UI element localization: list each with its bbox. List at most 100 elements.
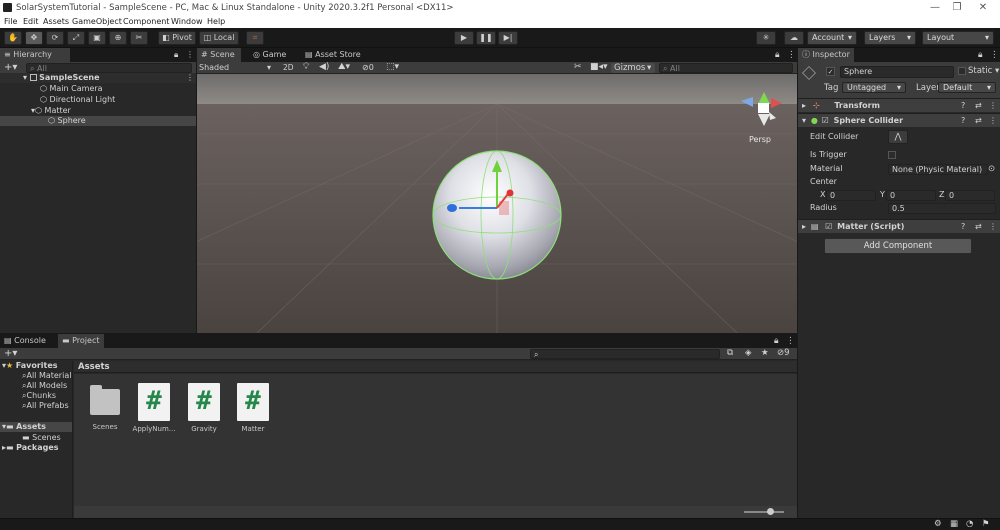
hierarchy-item-directional-light[interactable]: ⬡ Directional Light (40, 95, 115, 105)
static-dropdown[interactable]: Static ▾ (968, 66, 999, 76)
help-icon[interactable]: ? (961, 114, 965, 128)
scene-menu-icon[interactable]: ⋮ (186, 73, 194, 83)
tab-project[interactable]: ▬ Project (58, 334, 104, 348)
favorite-star-icon[interactable]: ★ (761, 348, 769, 358)
collab-icon[interactable]: ✳ (756, 31, 776, 45)
center-x-field[interactable]: 0 (826, 190, 876, 201)
static-checkbox[interactable] (958, 67, 966, 75)
rect-tool-icon[interactable]: ▣ (88, 31, 106, 45)
menu-edit[interactable]: Edit (23, 17, 39, 26)
plane-handle[interactable] (499, 201, 509, 215)
hidden-packages-toggle[interactable]: ⊘9 (777, 348, 790, 358)
panel-menu-icon[interactable]: ⋮ (787, 50, 796, 60)
move-tool-icon[interactable]: ✥ (25, 31, 43, 45)
preset-icon[interactable]: ⇄ (975, 114, 982, 128)
menu-gameobject[interactable]: GameObject (72, 17, 122, 26)
cloud-icon[interactable]: ☁ (784, 31, 804, 45)
lock-icon[interactable]: 🔒︎ (774, 336, 779, 346)
persp-label[interactable]: Persp (749, 135, 771, 144)
toggle-2d[interactable]: 2D (283, 63, 294, 72)
tab-asset-store[interactable]: ▤ Asset Store (301, 48, 365, 62)
lock-icon[interactable]: 🔒︎ (978, 50, 983, 60)
sphere-collider-header[interactable]: ▾ ● ☑ Sphere Collider ? ⇄ ⋮ (798, 113, 1000, 127)
lock-icon[interactable]: 🔒︎ (775, 50, 780, 60)
transform-component-header[interactable]: ▸ ⊹ Transform ? ⇄ ⋮ (798, 98, 1000, 112)
tab-scene[interactable]: # Scene (197, 48, 241, 62)
edit-collider-button[interactable]: ⋀ (888, 130, 908, 144)
create-icon[interactable]: +▾ (4, 348, 17, 360)
favorite-item[interactable]: ⌕All Prefabs (22, 401, 69, 411)
add-component-button[interactable]: Add Component (824, 238, 972, 254)
radius-field[interactable]: 0.5 (888, 203, 996, 214)
asset-item-applynum[interactable]: # ApplyNum... (129, 383, 179, 433)
collider-enabled-checkbox[interactable]: ☑ (822, 116, 829, 125)
scene-row[interactable]: ▾ SampleScene ⋮ (0, 73, 196, 83)
tab-inspector[interactable]: ⓘ Inspector (798, 48, 854, 62)
preset-icon[interactable]: ⇄ (975, 220, 982, 234)
transform-tool-icon[interactable]: ⊕ (109, 31, 127, 45)
active-checkbox[interactable]: ✓ (826, 67, 835, 76)
panel-menu-icon[interactable]: ⋮ (990, 50, 999, 60)
tab-game[interactable]: ◎ Game (249, 48, 290, 62)
lock-icon[interactable]: 🔒︎ (174, 50, 178, 60)
hierarchy-item-matter[interactable]: ▾⬡ Matter (31, 106, 71, 116)
hierarchy-search-input[interactable]: ⌕ All (26, 63, 192, 73)
menu-assets[interactable]: Assets (43, 17, 69, 26)
step-button[interactable]: ▶| (498, 31, 518, 45)
favorite-item[interactable]: ⌕Chunks (22, 391, 56, 401)
panel-menu-icon[interactable]: ⋮ (186, 50, 194, 59)
component-menu-icon[interactable]: ⋮ (989, 114, 997, 128)
object-name-field[interactable]: Sphere (840, 66, 954, 78)
scene-search-input[interactable]: ⌕ All (659, 63, 793, 73)
favorites-row[interactable]: ▾★ Favorites (2, 361, 58, 371)
favorite-item[interactable]: ⌕All Material (22, 371, 71, 381)
local-toggle[interactable]: ◫ Local (199, 31, 239, 45)
hidden-objects-toggle[interactable]: ⊘0 (362, 63, 374, 72)
matter-script-header[interactable]: ▸ ▤ ☑ Matter (Script) ? ⇄ ⋮ (798, 219, 1000, 233)
asset-item-scenes[interactable]: Scenes (80, 383, 130, 431)
layer-dropdown[interactable]: Default (938, 82, 996, 93)
camera-settings-icon[interactable]: ■◂▾ (590, 62, 608, 72)
account-dropdown[interactable]: Account (807, 31, 857, 45)
help-icon[interactable]: ? (961, 220, 965, 234)
assets-folder-row[interactable]: ▾▬ Assets (0, 422, 72, 432)
tools-icon[interactable]: ✂ (574, 62, 582, 72)
minimize-icon[interactable]: — (924, 1, 946, 15)
object-picker-icon[interactable]: ⊙ (988, 164, 995, 174)
menu-file[interactable]: File (4, 17, 17, 26)
lighting-toggle-icon[interactable]: 💡︎ (303, 62, 309, 72)
component-menu-icon[interactable]: ⋮ (989, 220, 997, 234)
grid-snap-icon[interactable]: ⌗ (246, 31, 264, 45)
audio-toggle-icon[interactable]: ◀) (319, 62, 329, 72)
pause-button[interactable]: ❚❚ (476, 31, 496, 45)
panel-menu-icon[interactable]: ⋮ (786, 336, 795, 346)
component-menu-icon[interactable]: ⋮ (989, 99, 997, 113)
project-search-input[interactable]: ⌕ (530, 349, 720, 359)
hierarchy-item-main-camera[interactable]: ⬡ Main Camera (40, 84, 103, 94)
hierarchy-item-sphere[interactable]: ⬡ Sphere (0, 116, 196, 126)
favorite-item[interactable]: ⌕All Models (22, 381, 67, 391)
z-axis-arrow-icon[interactable] (447, 204, 457, 212)
menu-help[interactable]: Help (207, 17, 225, 26)
layers-dropdown[interactable]: Layers (864, 31, 916, 45)
camera-dropdown-icon[interactable]: ⬚▾ (386, 62, 399, 72)
rotate-tool-icon[interactable]: ⟳ (46, 31, 64, 45)
effects-dropdown-icon[interactable]: ⛰︎▾ (338, 62, 350, 72)
tag-dropdown[interactable]: Untagged (842, 82, 906, 93)
breadcrumb-assets[interactable]: Assets (78, 362, 110, 372)
play-button[interactable]: ▶ (454, 31, 474, 45)
center-y-field[interactable]: 0 (886, 190, 936, 201)
lighting-status-icon[interactable]: ◔ (966, 519, 973, 529)
is-trigger-checkbox[interactable] (888, 151, 896, 159)
script-enabled-checkbox[interactable]: ☑ (825, 222, 832, 231)
packages-folder-row[interactable]: ▸▬ Packages (2, 443, 59, 453)
help-icon[interactable]: ? (961, 99, 965, 113)
scene-viewport[interactable]: Persp (197, 74, 797, 333)
material-field[interactable]: None (Physic Material) (888, 164, 988, 175)
filter-label-icon[interactable]: ◈ (745, 348, 752, 358)
close-icon[interactable]: ✕ (972, 1, 994, 15)
gizmos-dropdown[interactable]: Gizmos ▾ (611, 63, 655, 73)
pivot-toggle[interactable]: ◧ Pivot (158, 31, 196, 45)
icon-size-slider-thumb[interactable] (767, 508, 774, 515)
maximize-icon[interactable]: ❐ (946, 1, 968, 15)
